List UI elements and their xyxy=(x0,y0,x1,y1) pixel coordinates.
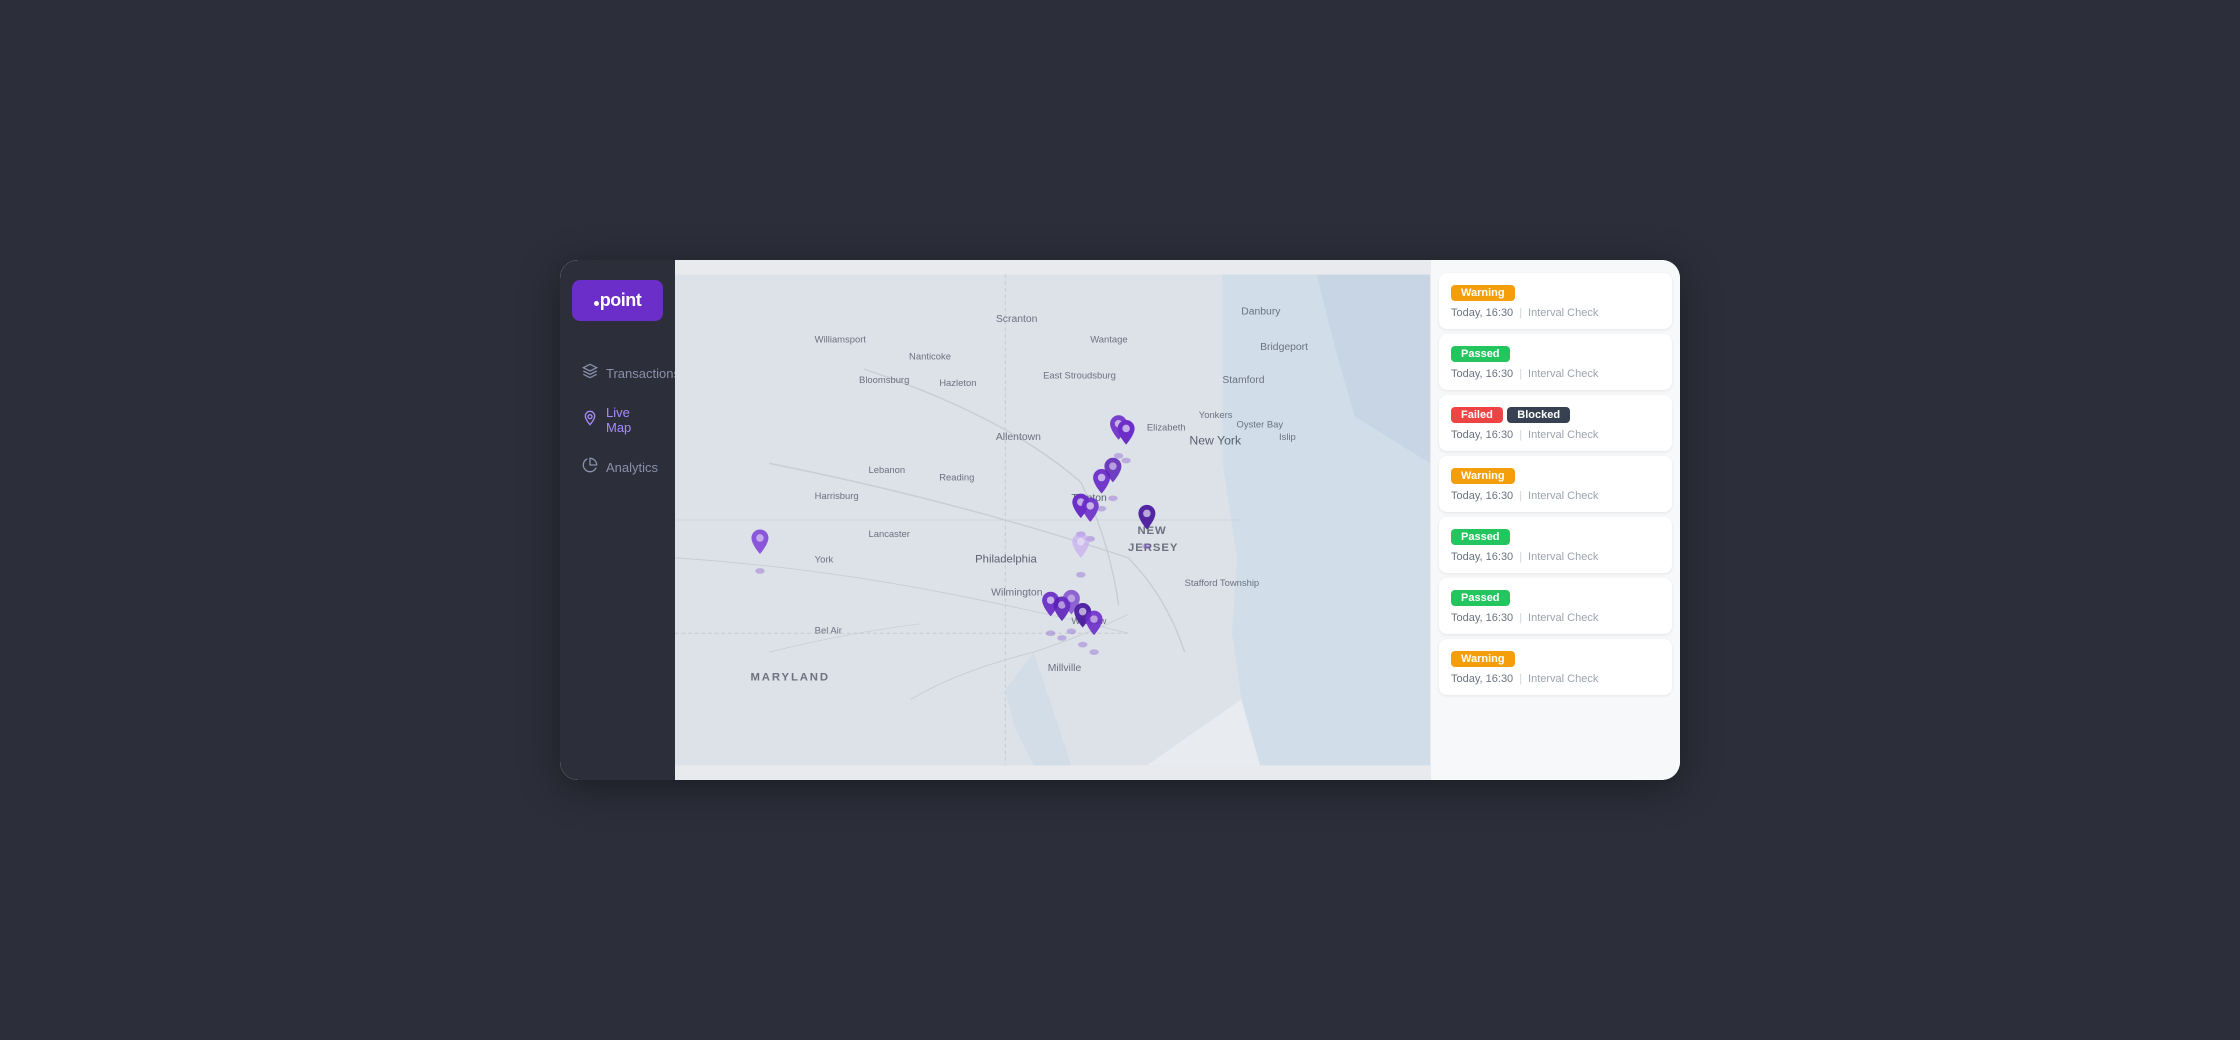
svg-text:Reading: Reading xyxy=(939,471,974,482)
status-badge: Passed xyxy=(1451,529,1510,545)
svg-text:Scranton: Scranton xyxy=(996,314,1038,325)
svg-text:Elizabeth: Elizabeth xyxy=(1147,421,1186,432)
check-time: Today, 16:30 xyxy=(1451,307,1513,319)
check-type: Interval Check xyxy=(1528,368,1598,380)
svg-text:Wantage: Wantage xyxy=(1090,334,1127,345)
svg-text:Philadelphia: Philadelphia xyxy=(975,553,1037,565)
check-time: Today, 16:30 xyxy=(1451,551,1513,563)
check-time: Today, 16:30 xyxy=(1451,490,1513,502)
svg-text:Oyster Bay: Oyster Bay xyxy=(1237,419,1284,430)
svg-text:JERSEY: JERSEY xyxy=(1128,542,1178,554)
svg-text:Wilmington: Wilmington xyxy=(991,588,1043,599)
status-badge: Warning xyxy=(1451,285,1515,301)
check-time: Today, 16:30 xyxy=(1451,368,1513,380)
extra-badge: Blocked xyxy=(1507,407,1570,423)
app-container: point Transactions xyxy=(560,260,1680,780)
sidebar-item-transactions[interactable]: Transactions xyxy=(568,353,667,393)
svg-text:Millville: Millville xyxy=(1048,663,1082,674)
check-card[interactable]: Failed Blocked Today, 16:30 | Interval C… xyxy=(1439,395,1672,451)
check-time: Today, 16:30 xyxy=(1451,612,1513,624)
svg-text:Lancaster: Lancaster xyxy=(868,528,909,539)
badge-row: Warning xyxy=(1451,649,1660,673)
sidebar: point Transactions xyxy=(560,260,675,780)
check-time: Today, 16:30 xyxy=(1451,429,1513,441)
svg-text:York: York xyxy=(815,553,834,564)
badge-row: Passed xyxy=(1451,527,1660,551)
badge-row: Warning xyxy=(1451,466,1660,490)
svg-text:Bridgeport: Bridgeport xyxy=(1260,342,1308,353)
svg-text:Bel Air: Bel Air xyxy=(815,624,842,635)
check-card[interactable]: Warning Today, 16:30 | Interval Check xyxy=(1439,273,1672,329)
svg-text:Stamford: Stamford xyxy=(1222,375,1264,386)
check-type: Interval Check xyxy=(1528,429,1598,441)
layers-icon xyxy=(582,363,598,383)
separator: | xyxy=(1519,490,1522,502)
svg-text:NEW: NEW xyxy=(1137,525,1166,537)
check-meta: Today, 16:30 | Interval Check xyxy=(1451,673,1660,685)
check-type: Interval Check xyxy=(1528,490,1598,502)
svg-text:Allentown: Allentown xyxy=(996,432,1041,443)
badge-row: Failed Blocked xyxy=(1451,405,1660,429)
check-card[interactable]: Passed Today, 16:30 | Interval Check xyxy=(1439,578,1672,634)
pie-chart-icon xyxy=(582,457,598,477)
separator: | xyxy=(1519,368,1522,380)
svg-text:Harrisburg: Harrisburg xyxy=(815,490,859,501)
check-meta: Today, 16:30 | Interval Check xyxy=(1451,307,1660,319)
separator: | xyxy=(1519,612,1522,624)
svg-text:Nanticoke: Nanticoke xyxy=(909,351,951,362)
right-panel: Warning Today, 16:30 | Interval Check Pa… xyxy=(1430,260,1680,780)
svg-text:Danbury: Danbury xyxy=(1241,306,1281,317)
check-type: Interval Check xyxy=(1528,551,1598,563)
check-type: Interval Check xyxy=(1528,307,1598,319)
status-badge: Passed xyxy=(1451,590,1510,606)
sidebar-nav: Transactions Live Map An xyxy=(560,351,675,489)
check-time: Today, 16:30 xyxy=(1451,673,1513,685)
check-meta: Today, 16:30 | Interval Check xyxy=(1451,612,1660,624)
svg-text:East Stroudsburg: East Stroudsburg xyxy=(1043,369,1116,380)
badge-row: Passed xyxy=(1451,588,1660,612)
status-badge: Warning xyxy=(1451,468,1515,484)
svg-text:Stafford Township: Stafford Township xyxy=(1185,577,1260,588)
check-card[interactable]: Warning Today, 16:30 | Interval Check xyxy=(1439,456,1672,512)
svg-text:Lebanon: Lebanon xyxy=(868,464,905,475)
checks-container: Warning Today, 16:30 | Interval Check Pa… xyxy=(1431,273,1680,695)
sidebar-item-label: Live Map xyxy=(606,405,653,435)
separator: | xyxy=(1519,429,1522,441)
check-meta: Today, 16:30 | Interval Check xyxy=(1451,490,1660,502)
svg-text:Williamsport: Williamsport xyxy=(815,334,867,345)
main-content: Scranton Danbury Williamsport Nanticoke … xyxy=(675,260,1680,780)
svg-text:Islip: Islip xyxy=(1279,431,1296,442)
sidebar-item-label: Analytics xyxy=(606,460,658,475)
separator: | xyxy=(1519,673,1522,685)
sidebar-item-label: Transactions xyxy=(606,366,680,381)
logo-text: point xyxy=(594,290,641,311)
separator: | xyxy=(1519,307,1522,319)
map-area[interactable]: Scranton Danbury Williamsport Nanticoke … xyxy=(675,260,1430,780)
status-badge: Failed xyxy=(1451,407,1503,423)
svg-text:Hazleton: Hazleton xyxy=(939,377,976,388)
map-pin-icon xyxy=(582,410,598,430)
separator: | xyxy=(1519,551,1522,563)
check-type: Interval Check xyxy=(1528,673,1598,685)
svg-text:MARYLAND: MARYLAND xyxy=(751,671,830,683)
svg-text:Bloomsburg: Bloomsburg xyxy=(859,374,909,385)
check-card[interactable]: Passed Today, 16:30 | Interval Check xyxy=(1439,517,1672,573)
sidebar-item-live-map[interactable]: Live Map xyxy=(568,395,667,445)
svg-text:Yonkers: Yonkers xyxy=(1199,409,1233,420)
check-card[interactable]: Warning Today, 16:30 | Interval Check xyxy=(1439,639,1672,695)
check-type: Interval Check xyxy=(1528,612,1598,624)
map-svg: Scranton Danbury Williamsport Nanticoke … xyxy=(675,260,1430,780)
check-meta: Today, 16:30 | Interval Check xyxy=(1451,429,1660,441)
check-meta: Today, 16:30 | Interval Check xyxy=(1451,368,1660,380)
badge-row: Passed xyxy=(1451,344,1660,368)
check-card[interactable]: Passed Today, 16:30 | Interval Check xyxy=(1439,334,1672,390)
status-badge: Warning xyxy=(1451,651,1515,667)
sidebar-item-analytics[interactable]: Analytics xyxy=(568,447,667,487)
badge-row: Warning xyxy=(1451,283,1660,307)
check-meta: Today, 16:30 | Interval Check xyxy=(1451,551,1660,563)
svg-text:New York: New York xyxy=(1189,434,1242,448)
status-badge: Passed xyxy=(1451,346,1510,362)
logo: point xyxy=(572,280,663,321)
